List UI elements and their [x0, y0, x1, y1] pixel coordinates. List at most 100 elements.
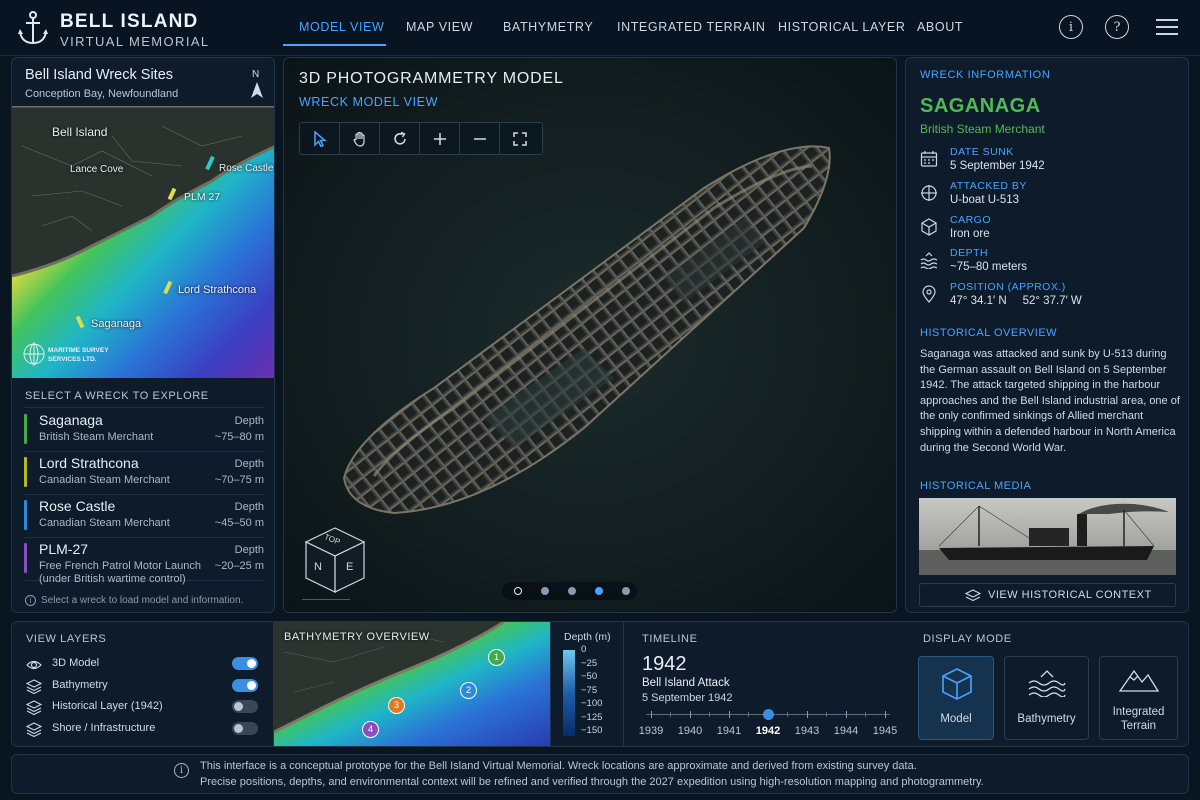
- carousel-dot[interactable]: [595, 587, 603, 595]
- map-label-lord-strathcona[interactable]: Lord Strathcona: [178, 284, 256, 296]
- mode-integrated-terrain-button[interactable]: Integrated Terrain: [1099, 656, 1178, 740]
- layer-row: Shore / Infrastructure: [26, 720, 275, 738]
- fact-row: DATE SUNK 5 September 1942: [920, 146, 1180, 178]
- nav-map-view[interactable]: MAP VIEW: [406, 20, 473, 34]
- timeline-tick: [651, 711, 652, 718]
- timeline-year-label[interactable]: 1942: [756, 725, 780, 737]
- timeline-year-label[interactable]: 1940: [678, 725, 702, 737]
- map-label-saganaga[interactable]: Saganaga: [91, 318, 141, 330]
- zoom-out-button[interactable]: [460, 123, 500, 155]
- menu-icon[interactable]: [1155, 17, 1179, 37]
- timeline-handle[interactable]: [763, 709, 774, 720]
- wreck-list-item[interactable]: Saganaga British Steam Merchant Depth ~75–8…: [24, 410, 264, 452]
- fact-row: DEPTH ~75–80 meters: [920, 247, 1180, 279]
- mode-model-button[interactable]: Model: [918, 656, 994, 740]
- carousel-dot[interactable]: [568, 587, 576, 595]
- wreck-color-bar: [24, 457, 27, 487]
- bathy-marker-2[interactable]: 2: [460, 682, 477, 699]
- layer-toggle[interactable]: [232, 657, 258, 670]
- carousel-dot[interactable]: [541, 587, 549, 595]
- top-header: BELL ISLAND VIRTUAL MEMORIAL MODEL VIEW …: [0, 0, 1200, 56]
- fact-key: DATE SUNK: [950, 146, 1014, 158]
- waves-icon: [1028, 670, 1066, 697]
- bathy-marker-4[interactable]: 4: [362, 721, 379, 738]
- wreck-color-bar: [24, 543, 27, 573]
- wreck-type-note: (under British wartime control): [39, 573, 186, 585]
- nav-historical-layer[interactable]: HISTORICAL LAYER: [778, 20, 905, 34]
- wreck-name: PLM-27: [39, 541, 89, 557]
- bathymetry-overview-panel: BATHYMETRY OVERVIEW 1 2 3 4 Depth (m) 0 −…: [273, 621, 624, 747]
- timeline-tick: [846, 711, 847, 718]
- info-icon[interactable]: i: [1059, 15, 1083, 39]
- wreck-dlbl: Depth: [234, 415, 264, 427]
- layer-toggle[interactable]: [232, 700, 258, 713]
- mode-bathymetry-button[interactable]: Bathymetry: [1004, 656, 1089, 740]
- hint-info-icon: i: [25, 595, 36, 606]
- calendar-icon: [920, 151, 938, 167]
- display-mode-heading: DISPLAY MODE: [923, 633, 1012, 645]
- wreck-type: Free French Patrol Motor Launch: [39, 560, 202, 572]
- nav-bathymetry[interactable]: BATHYMETRY: [503, 20, 593, 34]
- view-layers-heading: VIEW LAYERS: [26, 633, 107, 645]
- pan-icon: [352, 131, 365, 147]
- depth-legend-title: Depth (m): [564, 631, 611, 643]
- wreck-map[interactable]: Bell Island Lance Cove Rose Castle PLM 2…: [12, 106, 274, 378]
- timeline-year-label[interactable]: 1945: [873, 725, 897, 737]
- fact-key: ATTACKED BY: [950, 180, 1027, 192]
- carousel-dot[interactable]: [622, 587, 630, 595]
- rotate-tool-button[interactable]: [380, 123, 420, 155]
- wreck-list-item[interactable]: Lord Strathcona Canadian Steam Merchant De…: [24, 453, 264, 495]
- north-arrow-icon: [251, 82, 263, 98]
- crosshair-icon: [921, 185, 937, 201]
- historical-ship-photo[interactable]: [919, 498, 1176, 575]
- map-label-rose-castle[interactable]: Rose Castle: [219, 163, 273, 174]
- timeline-year-label[interactable]: 1943: [795, 725, 819, 737]
- fullscreen-button[interactable]: [500, 123, 540, 155]
- view-layers-panel: VIEW LAYERS 3D Model Bathymetry Historical…: [11, 621, 275, 747]
- bathy-marker-1[interactable]: 1: [488, 649, 505, 666]
- wreck-dval: ~70–75 m: [214, 474, 264, 486]
- toggle-knob: [247, 680, 256, 690]
- toggle-knob: [234, 723, 243, 733]
- layer-label: 3D Model: [52, 657, 100, 669]
- viewer-subtitle: WRECK MODEL VIEW: [299, 95, 439, 109]
- wreck-color-bar: [24, 414, 27, 444]
- survey-logo-icon: [23, 342, 45, 366]
- fact-row: ATTACKED BY U-boat U-513: [920, 180, 1180, 212]
- bathy-marker-3[interactable]: 3: [388, 697, 405, 714]
- zoom-out-icon: [473, 138, 486, 140]
- help-icon[interactable]: ?: [1105, 15, 1129, 39]
- compass-north-label: N: [252, 69, 260, 80]
- wreck-hint: Select a wreck to load model and informa…: [41, 595, 244, 606]
- zoom-in-button[interactable]: [420, 123, 460, 155]
- fullscreen-icon: [513, 132, 527, 146]
- wreck-list-item[interactable]: PLM-27 Free French Patrol Motor Launch Dep…: [24, 539, 264, 585]
- nav-model-view[interactable]: MODEL VIEW: [299, 20, 384, 34]
- nav-about[interactable]: ABOUT: [917, 20, 963, 34]
- layer-row: Historical Layer (1942): [26, 698, 275, 716]
- nav-integrated-terrain[interactable]: INTEGRATED TERRAIN: [617, 20, 766, 34]
- depth-tick-label: −125: [581, 711, 603, 723]
- divider: [24, 407, 264, 408]
- wreck-list-item[interactable]: Rose Castle Canadian Steam Merchant Depth ~…: [24, 496, 264, 538]
- model-viewer-panel: 3D PHOTOGRAMMETRY MODEL WRECK MODEL VIEW: [283, 57, 897, 613]
- pan-tool-button[interactable]: [340, 123, 380, 155]
- timeline-year-label[interactable]: 1941: [717, 725, 741, 737]
- map-label-plm-27[interactable]: PLM 27: [184, 191, 220, 203]
- layers-icon: [965, 589, 981, 602]
- orientation-cube[interactable]: TOP N E: [302, 524, 368, 596]
- timeline-year: 1942: [642, 653, 687, 675]
- wreck-dval: ~20–25 m: [214, 560, 264, 572]
- mode-model-label: Model: [940, 713, 972, 725]
- layer-toggle[interactable]: [232, 721, 258, 735]
- layer-toggle[interactable]: [232, 678, 258, 692]
- fact-value: U-boat U-513: [950, 194, 1020, 206]
- carousel-dot[interactable]: [514, 587, 522, 595]
- view-historical-context-button[interactable]: VIEW HISTORICAL CONTEXT: [919, 583, 1176, 607]
- timeline-year-label[interactable]: 1944: [834, 725, 858, 737]
- select-tool-button[interactable]: [300, 123, 340, 155]
- timeline-subtick: [670, 712, 671, 717]
- wreck-dlbl: Depth: [234, 458, 264, 470]
- fact-key: DEPTH: [950, 247, 989, 259]
- timeline-year-label[interactable]: 1939: [639, 725, 663, 737]
